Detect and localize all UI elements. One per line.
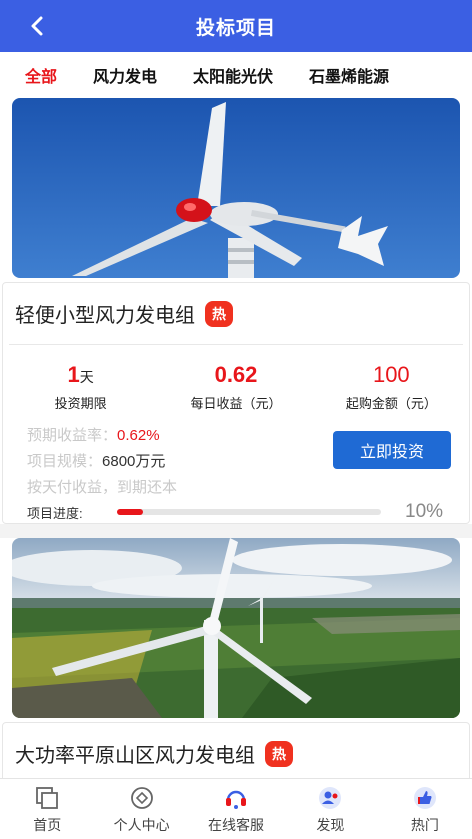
nav-online-support[interactable]: 在线客服: [189, 779, 283, 839]
hot-badge: 热: [265, 740, 293, 767]
nav-label: 热门: [410, 817, 439, 833]
progress-row: 项目进度: 10%: [27, 501, 457, 523]
project-card[interactable]: 大功率平原山区风力发电组 热: [0, 538, 472, 778]
scale-label: 项目规模：: [27, 453, 103, 470]
stat-daily-income: 0.62 每日收益（元）: [158, 361, 313, 423]
project-details-panel: 轻便小型风力发电组 热 1天 投资期限 0.62 每日收益（元） 100 起购金…: [2, 282, 470, 524]
progress-bar-fill: [117, 509, 144, 515]
nav-user-center[interactable]: 个人中心: [94, 779, 188, 839]
period-label: 投资期限: [54, 396, 107, 411]
progress-bar: [117, 509, 381, 515]
stat-period: 1天 投资期限: [3, 361, 158, 423]
nav-label: 首页: [33, 817, 62, 833]
min-amount-value: 100: [372, 362, 410, 387]
card-divider: [0, 524, 472, 538]
project-image[interactable]: [12, 538, 460, 718]
nav-label: 个人中心: [113, 817, 170, 833]
tab-graphene[interactable]: 石墨烯能源: [309, 63, 389, 87]
user-center-icon: [130, 787, 153, 809]
nav-label: 在线客服: [208, 817, 265, 833]
project-card[interactable]: 轻便小型风力发电组 热 1天 投资期限 0.62 每日收益（元） 100 起购金…: [0, 98, 472, 524]
project-details-panel: 大功率平原山区风力发电组 热: [2, 722, 470, 778]
bottom-navigation: 首页 个人中心 在线客服 发现 热门: [0, 778, 472, 839]
back-arrow-icon[interactable]: [26, 14, 50, 38]
category-tabs: 全部 风力发电 太阳能光伏 石墨烯能源: [0, 52, 472, 98]
nav-home[interactable]: 首页: [0, 779, 94, 839]
stat-min-amount: 100 起购金额（元）: [314, 361, 469, 423]
progress-label: 项目进度:: [27, 505, 83, 521]
progress-percent: 10%: [405, 501, 444, 522]
hot-badge: 热: [205, 300, 233, 327]
daily-income-label: 每日收益（元）: [190, 396, 282, 411]
headset-icon: [226, 790, 247, 809]
discover-icon: [319, 787, 342, 809]
project-name: 轻便小型风力发电组: [15, 305, 195, 327]
project-list[interactable]: 轻便小型风力发电组 热 1天 投资期限 0.62 每日收益（元） 100 起购金…: [0, 98, 472, 778]
rate-value: 0.62%: [117, 427, 160, 444]
tab-all[interactable]: 全部: [25, 63, 57, 87]
repayment-text: 按天付收益，到期还本: [27, 479, 178, 496]
page-title: 投标项目: [195, 17, 276, 39]
project-image[interactable]: [12, 98, 460, 278]
scale-value: 6800万元: [102, 453, 166, 470]
top-bar: 投标项目: [0, 0, 472, 52]
nav-discover[interactable]: 发现: [283, 779, 377, 839]
tab-wind-power[interactable]: 风力发电: [93, 63, 157, 87]
home-icon: [36, 787, 59, 809]
rate-label: 预期收益率：: [27, 427, 118, 444]
period-unit: 天: [79, 369, 94, 385]
tab-solar[interactable]: 太阳能光伏: [193, 63, 273, 87]
invest-now-button[interactable]: 立即投资: [333, 431, 451, 469]
thumbs-up-icon: [413, 787, 436, 809]
min-amount-label: 起购金额（元）: [345, 396, 437, 411]
daily-income-value: 0.62: [214, 362, 258, 387]
period-value: 1: [67, 362, 80, 387]
project-name: 大功率平原山区风力发电组: [15, 745, 255, 767]
nav-label: 发现: [316, 817, 345, 833]
nav-popular[interactable]: 热门: [378, 779, 472, 839]
